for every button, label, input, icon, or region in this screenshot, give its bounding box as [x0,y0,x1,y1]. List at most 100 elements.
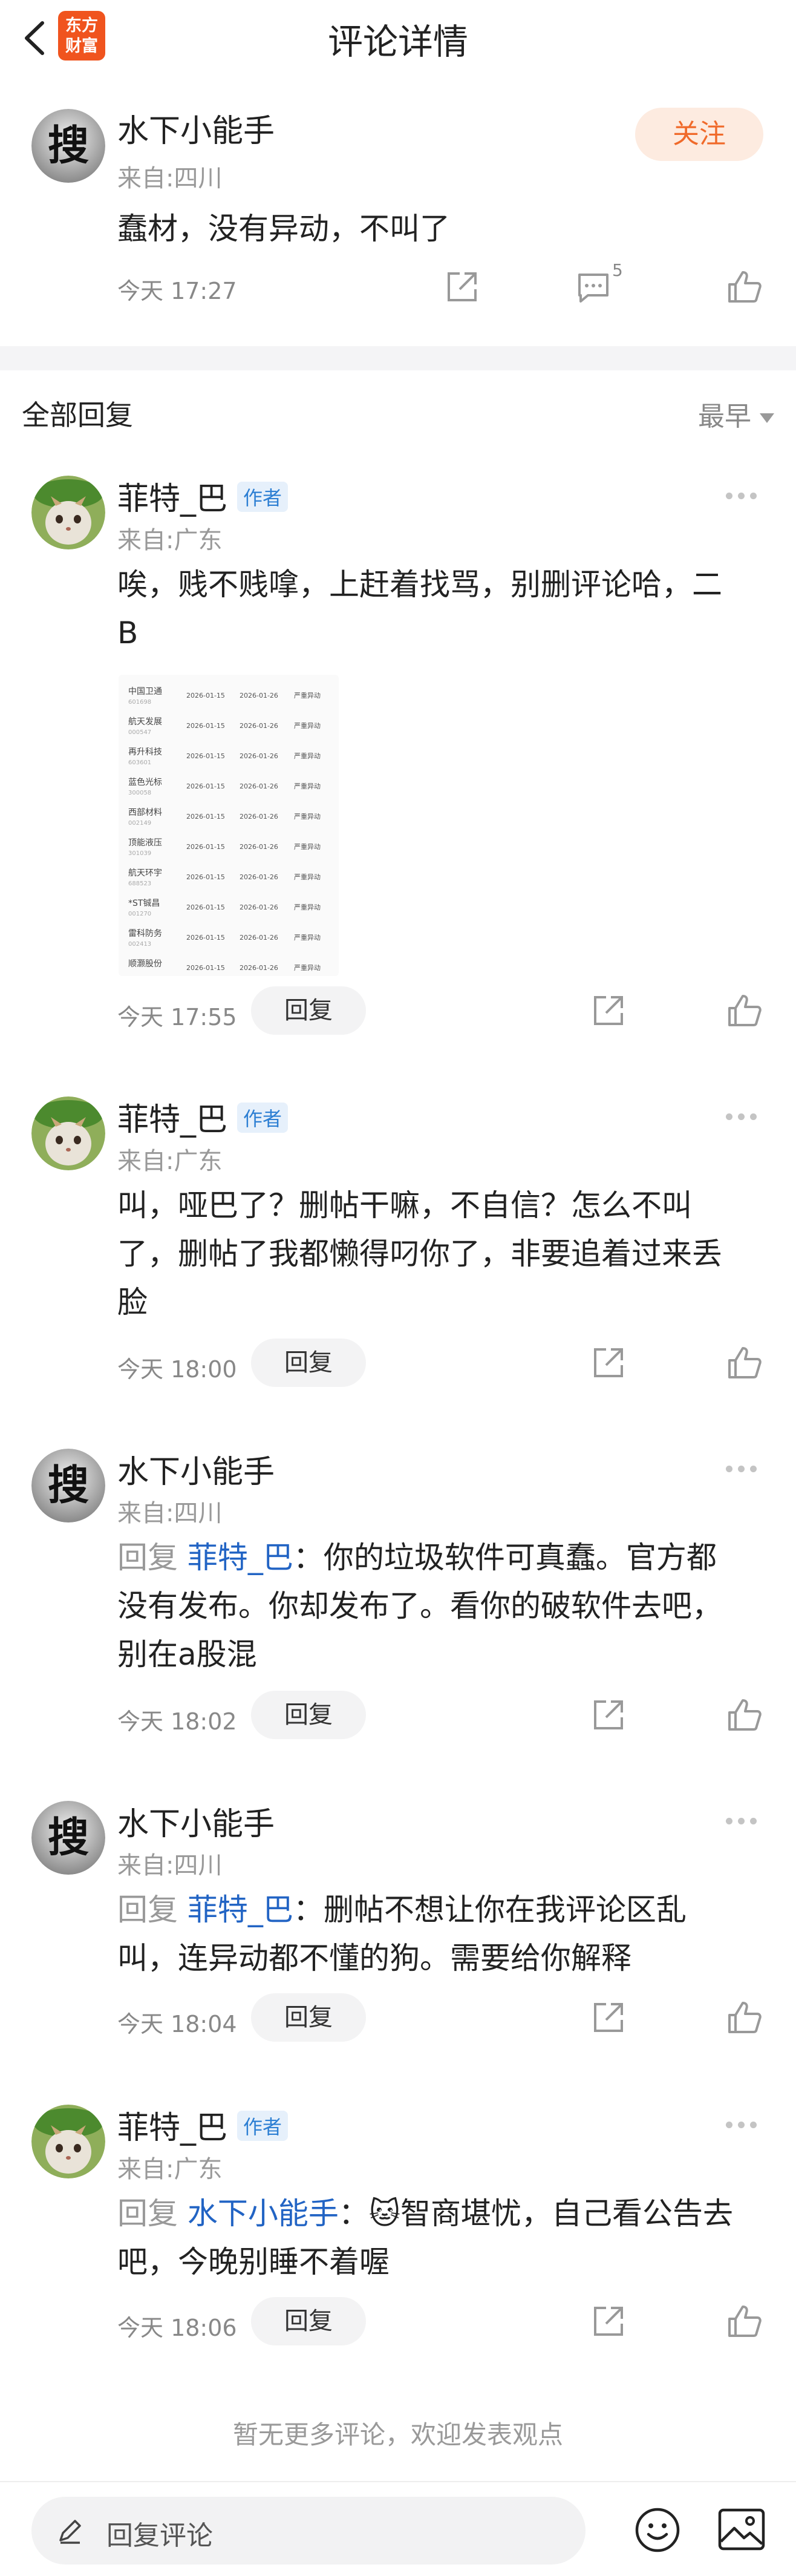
reply-input[interactable]: 回复评论 [31,2497,586,2565]
table-date-end: 2026-01-26 [240,903,278,911]
pen-icon [59,2520,81,2544]
table-stock-code: 002149 [128,820,151,827]
reply-placeholder: 回复评论 [106,2520,213,2551]
section-title: 全部回复 [22,399,133,431]
share-icon[interactable] [589,1343,628,1382]
avatar[interactable]: 搜 [31,1801,105,1875]
thumbs-up-icon[interactable] [725,1998,763,2037]
reply-item: 菲特_巴 作者 来自:广东 回复 水下小能手：🐱智商堪忧，自己看公告去 吧，今晚… [0,2089,796,2379]
avatar[interactable] [31,2105,105,2178]
share-icon[interactable] [443,267,481,306]
username[interactable]: 菲特_巴 [117,473,227,519]
username[interactable]: 水下小能手 [117,1446,275,1492]
username[interactable]: 菲特_巴 [117,2102,227,2148]
avatar[interactable] [31,476,105,549]
reply-prefix: 回复 [117,1540,188,1575]
table-date-start: 2026-01-15 [186,752,225,760]
comment-time: 今天 17:27 [117,278,237,304]
location: 来自:四川 [117,1852,223,1880]
share-icon[interactable] [589,2302,628,2341]
more-dots-icon[interactable] [726,490,762,502]
reply-target-user[interactable]: 菲特_巴 [188,1540,293,1575]
table-stock-name: 中国卫通 [128,687,162,696]
more-dots-icon[interactable] [726,1463,762,1475]
comment-icon[interactable] [575,267,613,306]
table-date-end: 2026-01-26 [240,782,278,790]
reply-target-user[interactable]: 水下小能手 [188,2196,339,2231]
table-stock-code: 301039 [128,850,151,857]
thumbs-up-icon[interactable] [725,991,763,1030]
avatar-char: 搜 [48,1461,89,1510]
reply-button[interactable]: 回复 [251,2297,366,2345]
table-status: 严重异动 [294,691,321,700]
location: 来自:广东 [117,526,223,554]
author-badge: 作者 [237,2111,289,2141]
username[interactable]: 水下小能手 [117,105,275,151]
thumbs-up-icon[interactable] [725,2302,763,2341]
comment-count: 5 [612,260,623,280]
avatar[interactable]: 搜 [31,109,105,183]
table-stock-name: 蓝色光标 [128,777,162,787]
avatar[interactable]: 搜 [31,1449,105,1522]
caret-down-icon [760,413,774,423]
reply-text-line: 脸 [117,1285,148,1320]
top-bar: 东方 财富 评论详情 [0,0,796,76]
table-date-end: 2026-01-26 [240,934,278,942]
location: 来自:广东 [117,2155,223,2183]
table-date-end: 2026-01-26 [240,843,278,851]
share-icon[interactable] [589,1998,628,2037]
comment-text: 蠢材，没有异动，不叫了 [117,211,450,246]
reply-button[interactable]: 回复 [251,1691,366,1739]
avatar[interactable] [31,1096,105,1170]
reply-target-user[interactable]: 菲特_巴 [188,1892,293,1927]
table-status: 严重异动 [294,933,321,942]
image-icon[interactable] [717,2508,766,2551]
thumbs-up-icon[interactable] [725,1696,763,1734]
table-date-end: 2026-01-26 [240,722,278,730]
table-date-end: 2026-01-26 [240,752,278,760]
thumbs-up-icon[interactable] [725,1343,763,1382]
reply-item: 搜 水下小能手 来自:四川 回复 菲特_巴：删帖不想让你在我评论区乱 叫，连异动… [0,1785,796,2076]
thumbs-up-icon[interactable] [725,267,763,306]
author-badge: 作者 [237,1103,289,1133]
avatar-char: 搜 [48,122,89,170]
more-dots-icon[interactable] [726,2119,762,2131]
table-date-start: 2026-01-15 [186,873,225,881]
reply-text-line: 吧，今晚别睡不着喔 [117,2244,390,2279]
table-status: 严重异动 [294,752,321,760]
reply-text-line: 唉，贱不贱嗱，上赶着找骂，别删评论哈，二 [117,567,722,602]
reply-button[interactable]: 回复 [251,986,366,1035]
table-stock-code: 001270 [128,911,151,917]
table-date-end: 2026-01-26 [240,964,278,972]
table-stock-name: 航天环宇 [128,868,162,878]
table-date-end: 2026-01-26 [240,873,278,881]
reply-text-line: 别在a股混 [117,1637,257,1672]
username[interactable]: 菲特_巴 [117,1094,227,1139]
attached-image[interactable]: 中国卫通 601698 2026-01-15 2026-01-26 严重异动 航天发展 00… [119,675,339,976]
table-stock-name: 航天发展 [128,717,162,727]
table-stock-code: 603601 [128,759,151,766]
follow-button[interactable]: 关注 [635,108,763,161]
sort-dropdown[interactable]: 最早 [698,395,774,433]
location: 来自:广东 [117,1147,223,1175]
more-dots-icon[interactable] [726,1815,762,1827]
username[interactable]: 水下小能手 [117,1798,275,1844]
reply-button[interactable]: 回复 [251,1993,366,2042]
reply-button[interactable]: 回复 [251,1339,366,1387]
table-date-end: 2026-01-26 [240,813,278,821]
share-icon[interactable] [589,1696,628,1734]
reply-item: 菲特_巴 作者 来自:广东 唉，贱不贱嗱，上赶着找骂，别删评论哈，二 B 中国卫… [0,460,796,1047]
reply-item: 搜 水下小能手 来自:四川 回复 菲特_巴：你的垃圾软件可真蠢。官方都 没有发布… [0,1433,796,1772]
table-stock-name: 雷科防务 [128,929,162,939]
author-badge: 作者 [237,482,289,512]
share-icon[interactable] [589,991,628,1030]
avatar-char: 搜 [48,1814,89,1862]
replies-header: 全部回复 最早 [0,370,796,447]
sort-label: 最早 [698,401,751,432]
table-stock-name: 顺灏股份 [128,959,162,969]
reply-time: 今天 18:04 [117,2011,237,2037]
more-dots-icon[interactable] [726,1111,762,1123]
table-stock-code: 601698 [128,699,151,706]
table-date-start: 2026-01-15 [186,934,225,942]
emoji-icon[interactable] [634,2506,681,2554]
